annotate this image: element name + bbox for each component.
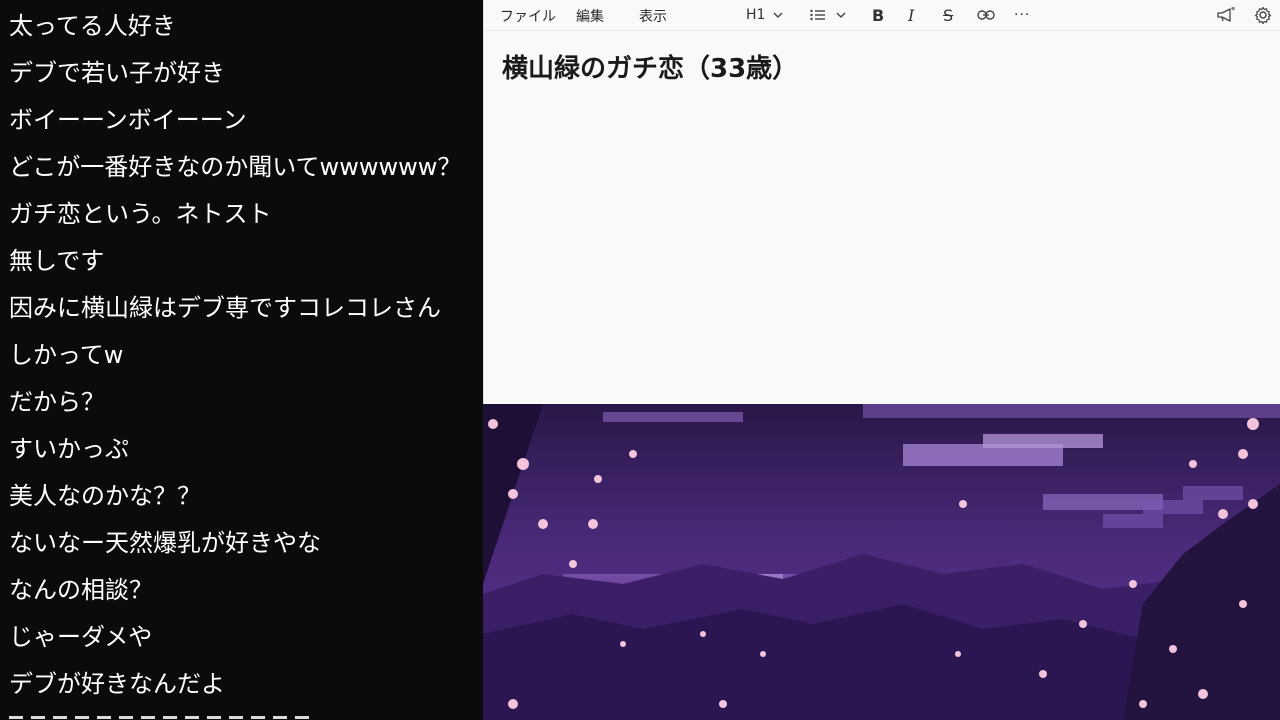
- italic-button[interactable]: I: [908, 4, 914, 26]
- cherry-blossom-wallpaper-image: [483, 404, 1280, 720]
- chat-message: だから？: [9, 388, 105, 416]
- chat-message: じゃーダメや: [9, 623, 153, 651]
- chat-message: デブで若い子が好き: [9, 59, 225, 87]
- link-button[interactable]: [977, 4, 995, 26]
- heading-dropdown[interactable]: H1: [746, 4, 783, 26]
- list-dropdown[interactable]: [810, 4, 846, 26]
- chat-message: 因みに横山緑はデブ専ですコレコレさん: [9, 294, 441, 322]
- announcement-button[interactable]: [1216, 4, 1236, 26]
- chat-message: なんの相談？: [9, 576, 153, 604]
- heading-label: H1: [746, 7, 766, 23]
- chevron-down-icon: [773, 12, 783, 18]
- gear-icon: [1254, 6, 1272, 24]
- desktop-wallpaper: [483, 404, 1280, 720]
- chat-message: 美人なのかな？？: [9, 482, 201, 510]
- settings-button[interactable]: [1254, 4, 1272, 26]
- chat-panel: 太ってる人好き デブで若い子が好き ボイーーンボイーーン どこが一番好きなのか聞…: [0, 0, 483, 720]
- menu-edit[interactable]: 編集: [576, 6, 604, 26]
- chat-message: ボイーーンボイーーン: [9, 106, 247, 134]
- chat-message: ガチ恋という。ネトスト: [9, 200, 272, 228]
- document-title[interactable]: 横山緑のガチ恋（33歳）: [502, 48, 798, 85]
- text-editor-window: ファイル 編集 表示 H1 B I S ··· 横山緑のガチ恋（33歳）: [483, 0, 1280, 404]
- chat-message: 太ってる人好き: [9, 12, 176, 40]
- chat-message: しかってw: [9, 341, 124, 369]
- list-icon: [810, 9, 826, 21]
- right-area: ファイル 編集 表示 H1 B I S ··· 横山緑のガチ恋（33歳）: [483, 0, 1280, 720]
- strikethrough-button[interactable]: S: [943, 4, 953, 26]
- chat-message-cutoff: [9, 712, 309, 720]
- megaphone-icon: [1216, 6, 1236, 24]
- screen: 太ってる人好き デブで若い子が好き ボイーーンボイーーン どこが一番好きなのか聞…: [0, 0, 1280, 720]
- link-icon: [977, 9, 995, 21]
- chat-message: デブが好きなんだよ: [9, 670, 225, 698]
- menu-view[interactable]: 表示: [639, 6, 667, 26]
- chat-message: どこが一番好きなのか聞いてwwwwww？: [9, 153, 462, 181]
- chat-message: ないなー天然爆乳が好きやな: [9, 529, 321, 557]
- chat-message: 無しです: [9, 247, 105, 275]
- editor-toolbar: ファイル 編集 表示 H1 B I S ···: [484, 0, 1280, 31]
- more-options-button[interactable]: ···: [1014, 4, 1030, 26]
- chat-message: すいかっぷ: [9, 435, 129, 463]
- chevron-down-icon: [836, 12, 846, 18]
- menu-file[interactable]: ファイル: [500, 6, 556, 26]
- bold-button[interactable]: B: [872, 4, 884, 26]
